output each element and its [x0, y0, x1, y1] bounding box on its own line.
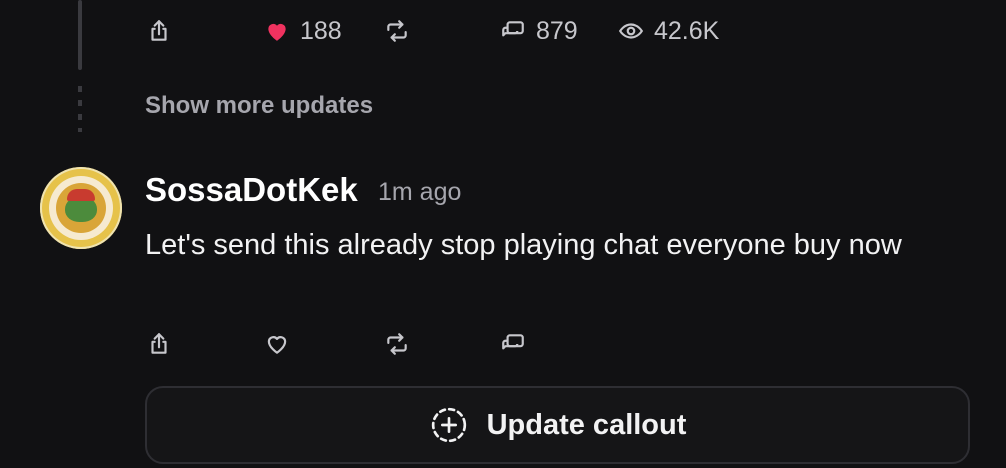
comment-count: 879 [536, 16, 578, 45]
post-timestamp: 1m ago [378, 178, 462, 206]
share-button[interactable] [146, 16, 172, 46]
plus-circle-dashed-icon [431, 407, 466, 443]
post-message: Let's send this already stop playing cha… [145, 229, 902, 261]
update-callout-label: Update callout [486, 408, 687, 441]
heart-filled-icon [268, 23, 286, 41]
like-button[interactable] [264, 329, 290, 359]
comment-button[interactable] [500, 329, 526, 359]
repost-icon [387, 333, 407, 355]
eye-icon [618, 23, 644, 39]
share-icon [151, 20, 167, 41]
show-more-updates-link[interactable]: Show more updates [145, 92, 373, 120]
views-count: 42.6K [654, 16, 720, 45]
avatar-hat [67, 189, 95, 201]
repost-button[interactable] [384, 329, 410, 359]
like-button[interactable]: 188 [264, 16, 342, 46]
comment-icon [502, 334, 524, 350]
comment-icon [502, 21, 524, 37]
thread-dots [78, 86, 82, 132]
avatar[interactable] [40, 167, 122, 249]
post-username[interactable]: SossaDotKek [145, 171, 358, 209]
repost-icon [387, 20, 407, 42]
repost-button[interactable] [384, 16, 410, 46]
thread-line [78, 0, 82, 70]
share-icon [151, 333, 167, 354]
comment-button[interactable]: 879 [500, 16, 578, 46]
update-callout-button[interactable]: Update callout [145, 386, 970, 464]
heart-outline-icon [267, 336, 287, 354]
share-button[interactable] [146, 329, 172, 359]
views-indicator: 42.6K [618, 16, 719, 46]
like-count: 188 [300, 16, 342, 45]
